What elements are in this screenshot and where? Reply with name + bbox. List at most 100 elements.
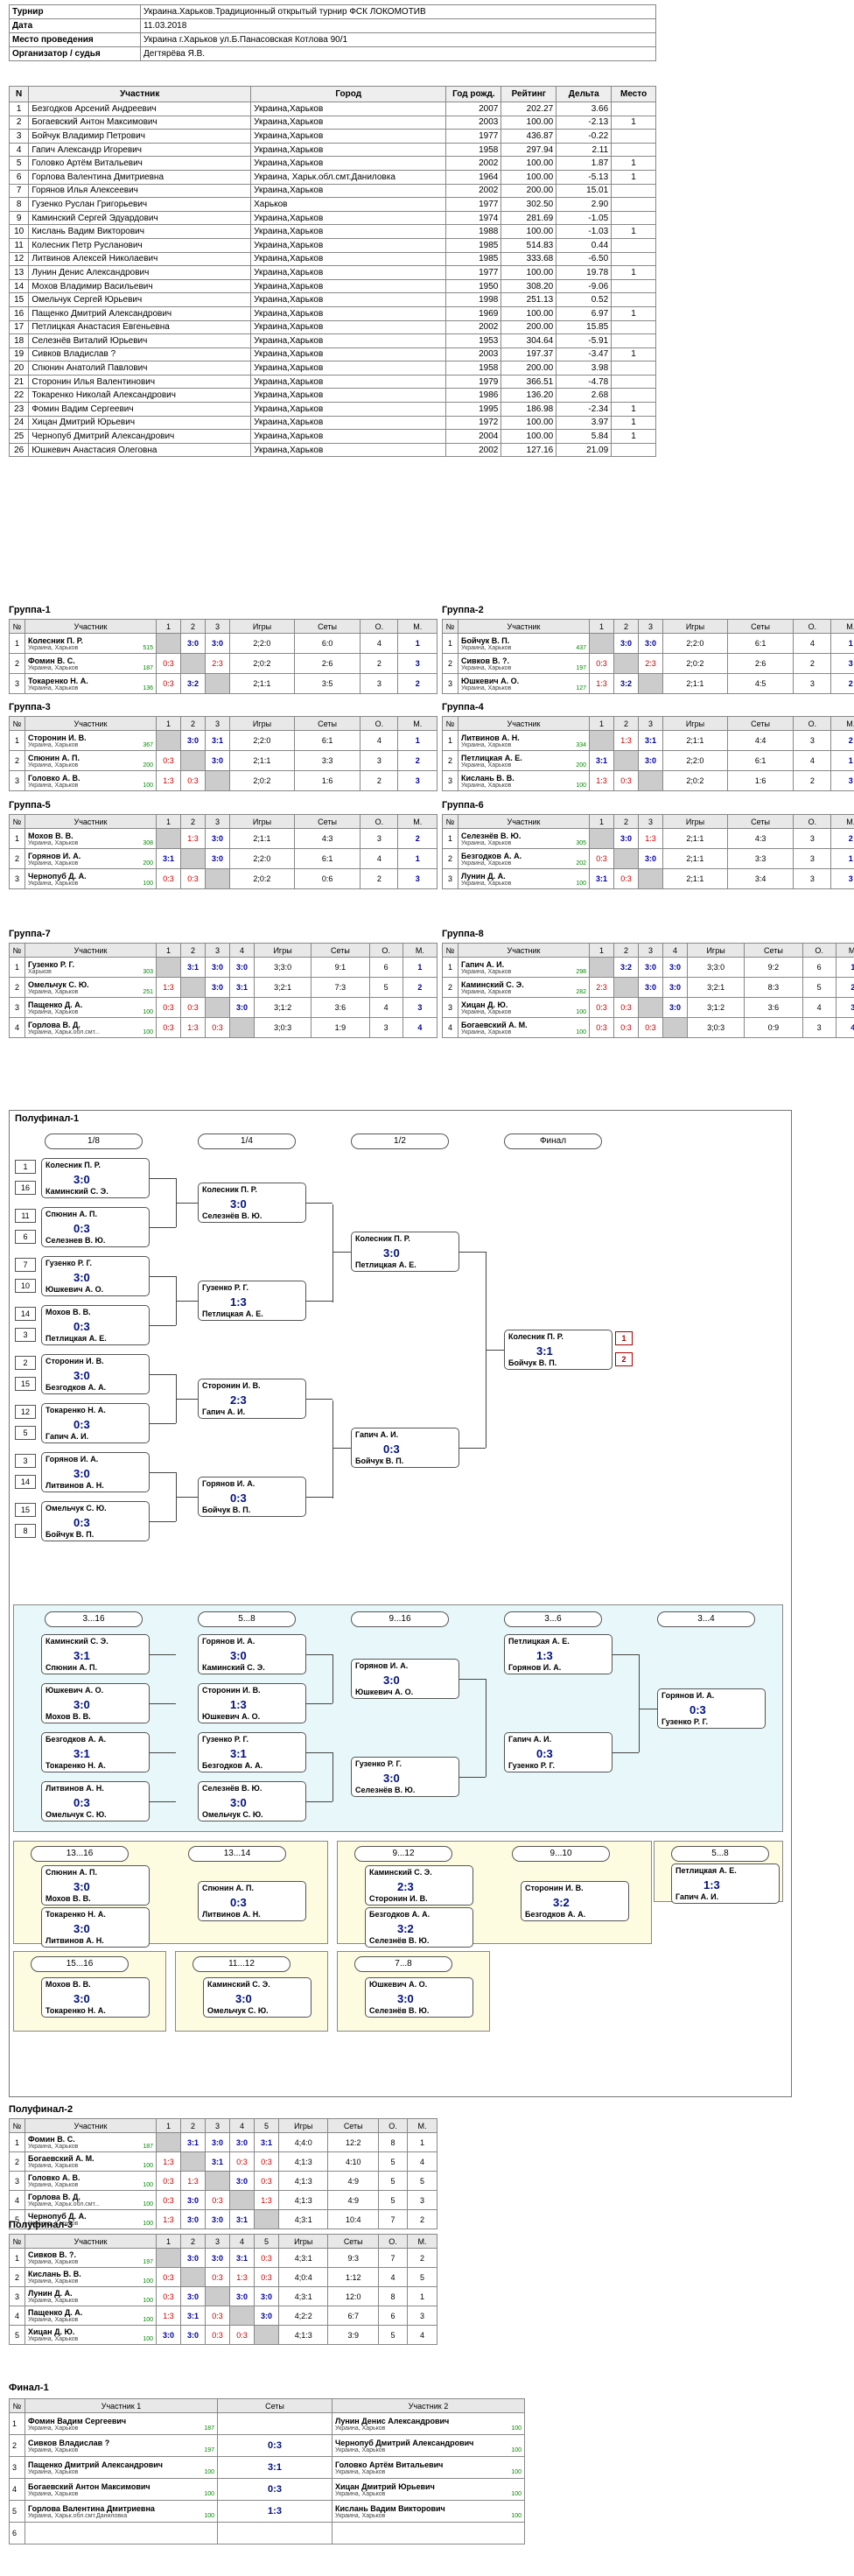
player-row: 25 Чернопуб Дмитрий Александрович Украина,… [8, 429, 656, 444]
participant-cell: Фомин В. С. Украина, Харьков 187 [24, 2132, 157, 2152]
semifinal-row: 4 Горлова В. Д. Украина, Харьк.обл.смт... 1… [9, 2190, 438, 2210]
match-box: Юшкевич А. О. Мохов В. В. 3:0 [41, 1683, 150, 1723]
place-cell: 3 [402, 997, 438, 1018]
player-cell: -5.13 [556, 169, 612, 185]
participant-rating: 197 [143, 2259, 153, 2265]
player-cell: 100.00 [500, 305, 557, 321]
participant-name: Спюнин А. П. [28, 753, 80, 762]
participant-name: Юшкевич А. О. [461, 676, 520, 685]
group-row: 3 Пащенко Д. А. Украина, Харьков 100 0:3 0:3 3… [9, 997, 438, 1018]
stat-cell: 6:1 [293, 730, 361, 751]
player-cell: 251.13 [500, 292, 557, 307]
player-1: Токаренко Н. А. [46, 1910, 106, 1919]
column-header: М. [402, 943, 438, 958]
column-header: № [442, 943, 458, 958]
stat-cell: 3 [793, 730, 832, 751]
participant-cell: Бойчук В. П. Украина, Харьков 437 [458, 633, 590, 654]
column-header: 3 [205, 619, 230, 634]
player-1: Гапич А. И. [355, 1430, 399, 1439]
bracket-line [332, 1654, 333, 1703]
participant-name: Гапич А. И. [461, 959, 505, 969]
stat-cell: 2;1:1 [229, 750, 295, 771]
stat-cell: 3:4 [726, 868, 794, 889]
participant-name: Пащенко Д. А. [28, 2308, 83, 2317]
column-header: Сеты [726, 619, 794, 634]
score-cell [589, 957, 614, 978]
participant-cell: Пащенко Д. А. Украина, Харьков 100 [24, 2306, 157, 2326]
player-cell: 0.44 [556, 237, 612, 253]
row-number: 1 [442, 730, 458, 751]
participant-rating: 100 [143, 2278, 153, 2285]
group-row: 1 Гузенко Р. Г. Харьков 303 3:1 3:0 3:0 3;3:0 9:… [9, 957, 438, 978]
participant-region: Украина, Харьков 127 [461, 684, 586, 691]
stat-cell: 4:5 [726, 673, 794, 694]
player-cell: 197.37 [500, 347, 557, 362]
player-cell: 2.90 [556, 197, 612, 212]
column-header: Сеты [726, 814, 794, 829]
column-header: М. [830, 619, 854, 634]
column-header: № [9, 2398, 25, 2413]
score-cell: 3:0 [205, 2132, 230, 2152]
stat-cell: 5 [378, 2190, 408, 2210]
player-cell: 22 [8, 388, 30, 404]
score-cell: 3:0 [638, 977, 663, 998]
score-cell [180, 653, 206, 674]
score-cell [205, 770, 230, 791]
score-cell: 0:3 [205, 1017, 230, 1038]
player-cell: 100.00 [500, 115, 557, 130]
score-cell: 1:3 [180, 1017, 206, 1038]
participant-rating: 136 [143, 684, 153, 691]
score-cell: 3:0 [638, 957, 663, 978]
player-1: Горянов И. А. [202, 1479, 256, 1488]
final-row: 4 Богаевский Антон Максимович Украина, Хар… [9, 2478, 525, 2501]
round-header: 11...12 [192, 1956, 290, 1972]
participant-region: Украина, Харьков 515 [28, 644, 153, 651]
match-score: 3:0 [74, 1992, 90, 2005]
player-row: 18 Селезнёв Виталий Юрьевич Украина,Харько… [8, 333, 656, 348]
participant-region: Украина, Харьков 100 [28, 880, 153, 887]
player-cell: 25 [8, 429, 30, 444]
participant-cell: Петлицкая А. Е. Украина, Харьков 200 [458, 750, 590, 771]
stat-cell: 2;2:0 [229, 633, 295, 654]
player-cell: Украина,Харьков [250, 374, 447, 390]
score-cell: 3:0 [205, 848, 230, 869]
participant-2-cell: Кислань Вадим Викторович Украина, Харьков… [332, 2500, 525, 2523]
player-cell [611, 210, 656, 226]
stat-cell: 4:3 [293, 828, 361, 849]
row-number: 1 [9, 730, 25, 751]
score-cell: 0:3 [156, 2267, 181, 2287]
group-row: 2 Сивков В. ?. Украина, Харьков 197 0:3 2:3 2;… [442, 653, 854, 674]
match-score: 0:3 [536, 1747, 553, 1760]
participant-rating: 100 [143, 2163, 153, 2169]
player-row: 22 Токаренко Николай Александрович Украина… [8, 388, 656, 404]
player-cell [611, 142, 656, 158]
participant-cell: Селезнёв В. Ю. Украина, Харьков 305 [458, 828, 590, 849]
group-table: № Участник 1 2 3 Игры Сеты О. М. 1 Сторонин И. В. У… [9, 716, 438, 791]
match-box: Спюнин А. П. Литвинов А. Н. 0:3 [198, 1881, 306, 1921]
seed-2: 10 [15, 1279, 36, 1293]
round-header: 9...10 [512, 1846, 610, 1862]
match-score: 0:3 [383, 1442, 400, 1456]
stat-cell: 2;1:1 [229, 673, 295, 694]
stat-cell: 2;0:2 [662, 653, 728, 674]
player-cell: Пащенко Дмитрий Александрович [28, 305, 252, 321]
participant-cell: Сивков В. ?. Украина, Харьков 197 [24, 2248, 157, 2268]
place-cell: 2 [407, 2209, 438, 2229]
participant-cell: Сторонин И. В. Украина, Харьков 367 [24, 730, 157, 751]
player-cell [611, 251, 656, 267]
participant-2-cell [332, 2522, 525, 2544]
score-cell [229, 2190, 255, 2210]
player-1: Горянов И. А. [46, 1455, 99, 1463]
column-header: Участник [458, 716, 590, 731]
player-cell: Петлицкая Анастасия Евгеньевна [28, 319, 252, 335]
participant-region: Украина, Харьков 202 [461, 860, 586, 867]
stat-cell: 2 [360, 770, 399, 791]
score-cell: 3:1 [156, 848, 181, 869]
bracket-line [459, 1679, 486, 1680]
player-cell: 11 [8, 237, 30, 253]
player-cell: 3.97 [556, 415, 612, 431]
score-cell [156, 633, 181, 654]
group-row: 4 Богаевский А. М. Украина, Харьков 100 0:3 0… [442, 1017, 854, 1038]
place-1: 1 [615, 1331, 633, 1345]
score-cell: 3:0 [613, 828, 639, 849]
